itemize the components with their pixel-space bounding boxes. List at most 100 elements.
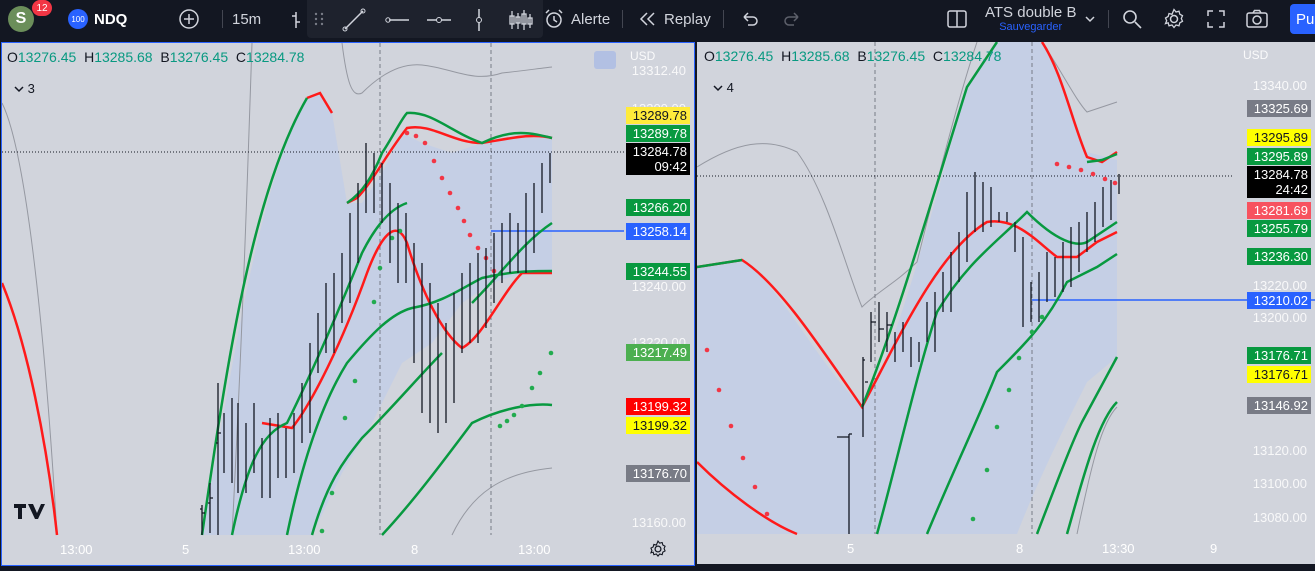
toolbar-divider	[622, 10, 623, 28]
price-label: 13255.79	[1247, 220, 1311, 237]
ohlc-legend: O13276.45 H13285.68 B13276.45 C13284.78	[7, 49, 305, 65]
trend-line-icon[interactable]	[341, 7, 367, 33]
time-tick: 9	[1210, 541, 1218, 556]
drawing-toolbar	[307, 0, 543, 38]
price-tick: 13160.00	[631, 515, 686, 530]
search-icon	[1123, 10, 1142, 29]
price-tick: 13080.00	[1252, 510, 1307, 525]
layout-name: ATS double B	[985, 4, 1077, 21]
gear-icon	[1164, 8, 1184, 29]
add-symbol-button[interactable]	[178, 0, 200, 38]
redo-button[interactable]	[782, 0, 802, 38]
price-chart-left[interactable]	[2, 43, 694, 565]
undo-button[interactable]	[740, 0, 760, 38]
alert-button[interactable]: Alerte	[543, 0, 610, 38]
replay-label: Replay	[664, 10, 711, 28]
price-label: 13176.70	[626, 465, 690, 482]
fullscreen-icon	[1207, 10, 1225, 28]
symbol-name: NDQ	[94, 10, 128, 28]
bar-countdown: 24:42	[1275, 182, 1308, 197]
candles-icon[interactable]	[507, 7, 535, 33]
time-axis[interactable]: 13:00 5 13:00 8 13:00	[2, 535, 694, 565]
indicator-count: 3	[27, 81, 35, 96]
alarm-clock-icon	[545, 9, 563, 28]
layout-name-button[interactable]: ATS double B Sauvegarder	[985, 4, 1076, 34]
price-label: 13199.32	[626, 417, 690, 434]
price-scale-mode-button[interactable]	[594, 51, 616, 69]
price-label: 13146.92	[1247, 397, 1311, 414]
undo-icon	[743, 12, 758, 26]
price-label: 13295.89	[1247, 129, 1311, 146]
currency-label[interactable]: USD	[1243, 48, 1268, 62]
redo-icon	[784, 12, 799, 26]
last-price: 13284.78	[632, 144, 687, 159]
time-tick: 13:00	[60, 542, 93, 557]
price-label: 13217.49	[626, 344, 690, 361]
time-tick: 5	[847, 541, 855, 556]
snapshot-button[interactable]	[1245, 0, 1269, 38]
ohlc-legend: O13276.45 H13285.68 B13276.45 C13284.78	[704, 48, 1002, 64]
chart-pane-right[interactable]: O13276.45 H13285.68 B13276.45 C13284.78 …	[697, 42, 1315, 564]
last-price: 13284.78	[1253, 167, 1308, 182]
price-label: 13281.69	[1247, 202, 1311, 219]
publish-label: Pu	[1296, 10, 1315, 28]
toolbar-divider	[723, 10, 724, 28]
plus-circle-icon	[179, 9, 199, 29]
time-tick: 13:00	[288, 542, 321, 557]
price-label: 13199.32	[626, 398, 690, 415]
layout-select-button[interactable]	[946, 0, 968, 38]
horizontal-ray-price-label[interactable]: 13210.02	[1247, 292, 1311, 309]
chevron-down-icon	[1085, 16, 1095, 23]
fullscreen-button[interactable]	[1205, 0, 1227, 38]
bar-style-icon	[292, 12, 300, 28]
toolbar-divider	[222, 10, 223, 28]
time-tick: 8	[1016, 541, 1024, 556]
indicators-collapse-toggle[interactable]: 4	[713, 80, 734, 95]
gear-icon[interactable]	[648, 539, 668, 559]
last-price-label: 13284.78 09:42	[626, 143, 690, 175]
search-button[interactable]	[1121, 0, 1143, 38]
interval-label: 15m	[232, 10, 262, 28]
publish-button[interactable]: Pu	[1290, 4, 1315, 34]
tradingview-logo[interactable]	[12, 501, 46, 521]
time-tick: 13:00	[518, 542, 551, 557]
vertical-line-icon[interactable]	[469, 7, 489, 33]
rewind-icon	[639, 12, 655, 26]
chart-pane-left[interactable]: O13276.45 H13285.68 B13276.45 C13284.78 …	[1, 42, 695, 566]
interval-button[interactable]: 15m	[232, 0, 261, 38]
indicator-count: 4	[726, 80, 734, 95]
replay-button[interactable]: Replay	[638, 0, 711, 38]
split-layout-icon	[947, 10, 967, 28]
horizontal-ray-icon[interactable]	[383, 7, 411, 33]
last-price-label: 13284.78 24:42	[1247, 166, 1311, 198]
price-label: 13325.69	[1247, 100, 1311, 117]
price-label: 13295.89	[1247, 148, 1311, 165]
time-axis[interactable]: 5 8 13:30 9	[697, 534, 1315, 564]
time-tick: 5	[182, 542, 190, 557]
layout-save-status: Sauvegarder	[999, 21, 1063, 33]
price-label: 13176.71	[1247, 347, 1311, 364]
symbol-search-button[interactable]: NDQ	[94, 0, 127, 38]
horizontal-line-icon[interactable]	[425, 7, 453, 33]
layout-menu-button[interactable]	[1084, 0, 1096, 38]
time-tick: 8	[411, 542, 419, 557]
price-label: 13244.55	[626, 263, 690, 280]
symbol-badge: 100	[68, 9, 88, 29]
drag-handle-icon[interactable]	[313, 11, 325, 27]
top-toolbar: S 12 100 NDQ 15m Alerte Replay ATS doubl…	[0, 0, 1315, 38]
price-tick: 13120.00	[1252, 443, 1307, 458]
horizontal-ray-price-label[interactable]: 13258.14	[626, 223, 690, 240]
price-tick: 13100.00	[1252, 476, 1307, 491]
price-label: 13176.71	[1247, 366, 1311, 383]
indicators-collapse-toggle[interactable]: 3	[14, 81, 35, 96]
price-label: 13289.78	[626, 107, 690, 124]
camera-icon	[1246, 9, 1268, 28]
price-chart-right[interactable]	[697, 42, 1315, 564]
price-label: 13289.78	[626, 125, 690, 142]
settings-button[interactable]	[1162, 0, 1186, 38]
notification-badge: 12	[32, 0, 52, 16]
user-avatar[interactable]: S	[8, 6, 34, 32]
currency-label[interactable]: USD	[630, 49, 655, 63]
bar-style-button[interactable]	[290, 0, 304, 38]
time-tick: 13:30	[1102, 541, 1135, 556]
